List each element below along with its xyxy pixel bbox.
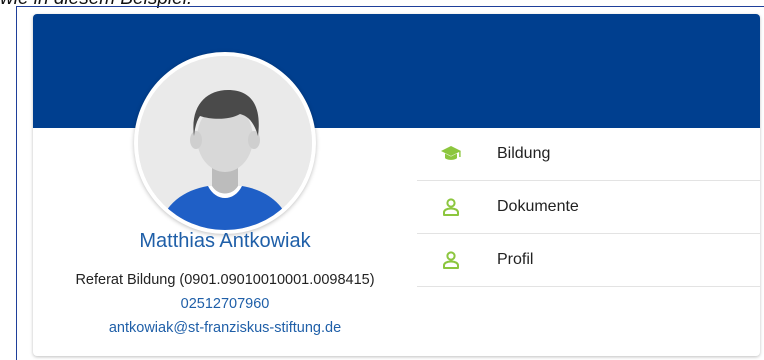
profile-menu: Bildung Dokumente Profil	[417, 128, 760, 287]
person-icon	[440, 197, 462, 217]
menu-item-label: Profil	[497, 251, 534, 268]
menu-item-dokumente[interactable]: Dokumente	[417, 181, 760, 234]
avatar-image	[138, 56, 312, 230]
profile-phone-link[interactable]: 02512707960	[33, 296, 417, 312]
menu-item-profil[interactable]: Profil	[417, 234, 760, 287]
menu-item-bildung[interactable]: Bildung	[417, 128, 760, 181]
user-silhouette-icon	[138, 56, 312, 230]
profile-card: Matthias Antkowiak Referat Bildung (0901…	[33, 14, 760, 356]
profile-email-link[interactable]: antkowiak@st-franziskus-stiftung.de	[33, 320, 417, 336]
graduation-cap-icon	[440, 144, 462, 164]
avatar	[134, 52, 316, 234]
profile-department: Referat Bildung (0901.09010010001.009841…	[75, 272, 375, 288]
menu-item-label: Bildung	[497, 145, 551, 162]
menu-item-label: Dokumente	[497, 198, 579, 215]
person-icon	[440, 250, 462, 270]
profile-name: Matthias Antkowiak	[139, 230, 311, 252]
